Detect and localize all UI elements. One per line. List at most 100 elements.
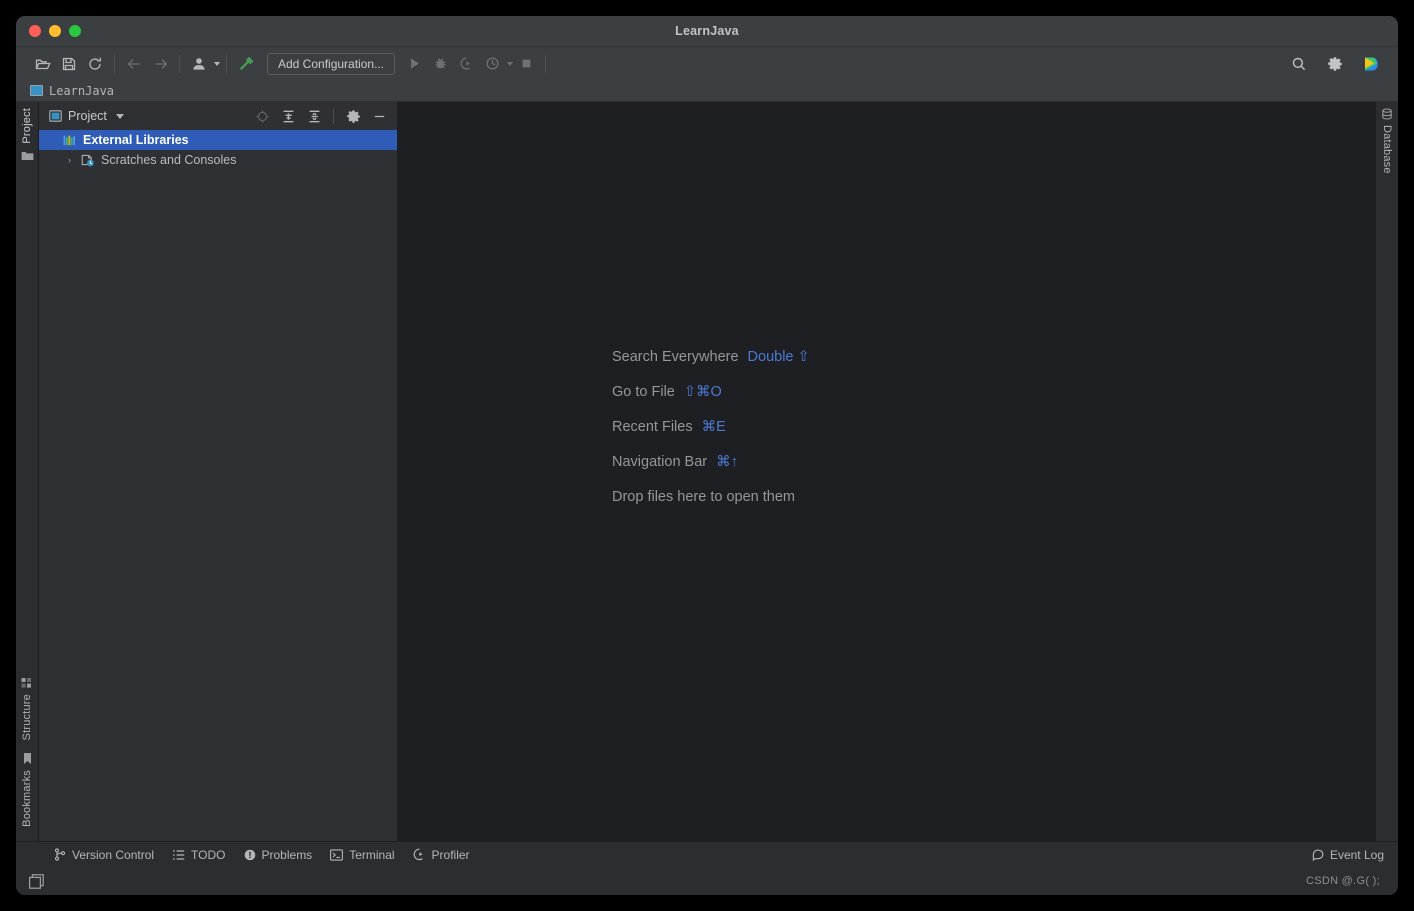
title-bar: LearnJava <box>16 16 1398 47</box>
debug-icon[interactable] <box>427 52 453 76</box>
strip-item-bookmarks[interactable]: Bookmarks <box>21 746 33 833</box>
bookmark-icon <box>22 752 33 765</box>
project-panel-header: Project <box>39 102 397 130</box>
branch-icon <box>54 848 66 861</box>
back-arrow-icon[interactable] <box>121 52 147 76</box>
bottom-item-label: Profiler <box>431 847 470 862</box>
module-icon <box>30 85 43 96</box>
project-tool-window: Project External Libraries › Scratches a… <box>39 102 398 841</box>
add-configuration-button[interactable]: Add Configuration... <box>267 52 396 75</box>
select-opened-file-icon[interactable] <box>252 106 272 126</box>
hint-navigation-bar[interactable]: Navigation Bar ⌘↑ <box>612 454 810 470</box>
code-with-me-icon[interactable] <box>1358 52 1384 76</box>
hint-label: Navigation Bar <box>612 454 708 470</box>
chevron-right-icon[interactable]: › <box>65 155 74 165</box>
breadcrumb-project-name[interactable]: LearnJava <box>49 84 114 98</box>
hint-go-to-file[interactable]: Go to File ⇧⌘O <box>612 384 810 400</box>
profiler-run-icon[interactable] <box>479 52 505 76</box>
tree-row-label: Scratches and Consoles <box>101 153 237 167</box>
search-icon[interactable] <box>1286 52 1312 76</box>
bottom-item-version-control[interactable]: Version Control <box>54 848 154 862</box>
warning-icon <box>244 849 256 861</box>
database-icon <box>1381 108 1393 120</box>
profiler-icon <box>413 848 426 861</box>
gear-icon[interactable] <box>1322 52 1348 76</box>
toolbar-separator-1 <box>114 54 115 73</box>
left-tool-strip: Project Structure Bookmarks <box>16 102 39 841</box>
strip-item-structure[interactable]: Structure <box>21 671 33 746</box>
event-log-label: Event Log <box>1329 847 1384 862</box>
tree-row-scratches-and-consoles[interactable]: › Scratches and Consoles <box>39 150 397 170</box>
project-window-icon <box>49 110 62 122</box>
toolbar-separator-4 <box>545 54 547 73</box>
folder-icon[interactable] <box>21 150 34 168</box>
main-toolbar: Add Configuration... <box>16 47 1398 80</box>
toolbar-separator-3 <box>226 54 227 73</box>
profiler-run-selector[interactable] <box>479 52 514 76</box>
expand-all-icon[interactable] <box>278 106 298 126</box>
balloon-icon <box>1312 849 1324 861</box>
stop-icon[interactable] <box>513 52 539 76</box>
bottom-item-todo[interactable]: TODO <box>172 847 226 862</box>
user-profile-icon[interactable] <box>186 52 212 76</box>
ide-window: LearnJava Add Configuration... LearnJava… <box>16 16 1398 895</box>
project-tree[interactable]: External Libraries › Scratches and Conso… <box>39 130 397 841</box>
hint-label: Go to File <box>612 384 675 400</box>
right-tool-strip: Database <box>1375 102 1398 841</box>
project-panel-title: Project <box>68 109 107 123</box>
collapse-all-icon[interactable] <box>304 106 324 126</box>
toolbar-right-group <box>1286 47 1384 80</box>
strip-item-structure-label: Structure <box>21 693 33 741</box>
hint-shortcut: Double ⇧ <box>747 349 810 365</box>
strip-item-project[interactable]: Project <box>21 102 33 150</box>
sync-icon[interactable] <box>82 52 108 76</box>
terminal-icon <box>330 848 344 861</box>
bottom-item-label: Version Control <box>72 847 155 862</box>
strip-item-bookmarks-label: Bookmarks <box>21 770 33 827</box>
run-icon[interactable] <box>401 52 427 76</box>
chevron-down-icon-project[interactable] <box>115 113 124 119</box>
ide-body: Project Structure Bookmarks Project Exte… <box>16 102 1398 841</box>
editor-empty-area[interactable]: Search Everywhere Double ⇧ Go to File ⇧⌘… <box>398 102 1375 841</box>
strip-item-project-label: Project <box>21 108 33 144</box>
open-project-icon[interactable] <box>30 52 56 76</box>
bottom-item-label: Problems <box>261 847 313 862</box>
hint-shortcut: ⇧⌘O <box>683 384 722 400</box>
bottom-item-label: Terminal <box>349 847 395 862</box>
empty-editor-hints: Search Everywhere Double ⇧ Go to File ⇧⌘… <box>612 349 810 505</box>
hint-label: Drop files here to open them <box>612 489 795 505</box>
tree-row-external-libraries[interactable]: External Libraries <box>39 130 397 150</box>
hint-shortcut: ⌘↑ <box>716 454 738 470</box>
bottom-item-terminal[interactable]: Terminal <box>330 847 395 862</box>
hint-drop-files: Drop files here to open them <box>612 489 810 505</box>
structure-icon <box>21 677 33 689</box>
add-configuration-label: Add Configuration... <box>278 56 385 71</box>
panel-gear-icon[interactable] <box>343 106 363 126</box>
forward-arrow-icon[interactable] <box>147 52 173 76</box>
save-all-icon[interactable] <box>56 52 82 76</box>
hint-label: Recent Files <box>612 419 693 435</box>
toolbar-separator-2 <box>179 54 180 73</box>
strip-item-database-label: Database <box>1381 125 1393 174</box>
build-hammer-icon[interactable] <box>233 52 259 76</box>
libraries-icon <box>63 134 77 147</box>
event-log-button[interactable]: Event Log <box>1312 848 1384 862</box>
bottom-item-label: TODO <box>191 847 226 862</box>
window-title: LearnJava <box>675 24 739 38</box>
layout-toggle-icon[interactable] <box>28 873 45 890</box>
scratches-icon <box>81 154 95 167</box>
hint-recent-files[interactable]: Recent Files ⌘E <box>612 419 810 435</box>
bottom-item-profiler[interactable]: Profiler <box>413 848 470 862</box>
hint-search-everywhere[interactable]: Search Everywhere Double ⇧ <box>612 349 810 365</box>
status-bar: CSDN @.G( ); <box>16 867 1398 895</box>
list-icon <box>172 849 185 861</box>
chevron-down-icon[interactable] <box>214 61 220 66</box>
hint-shortcut: ⌘E <box>701 419 726 435</box>
profile-selector[interactable] <box>186 52 220 76</box>
bottom-item-problems[interactable]: Problems <box>244 847 313 862</box>
tree-row-label: External Libraries <box>83 133 189 147</box>
hide-panel-icon[interactable] <box>369 106 389 126</box>
run-with-coverage-icon[interactable] <box>453 52 479 76</box>
navigation-bar[interactable]: LearnJava <box>16 80 1398 102</box>
strip-item-database[interactable]: Database <box>1381 102 1393 180</box>
